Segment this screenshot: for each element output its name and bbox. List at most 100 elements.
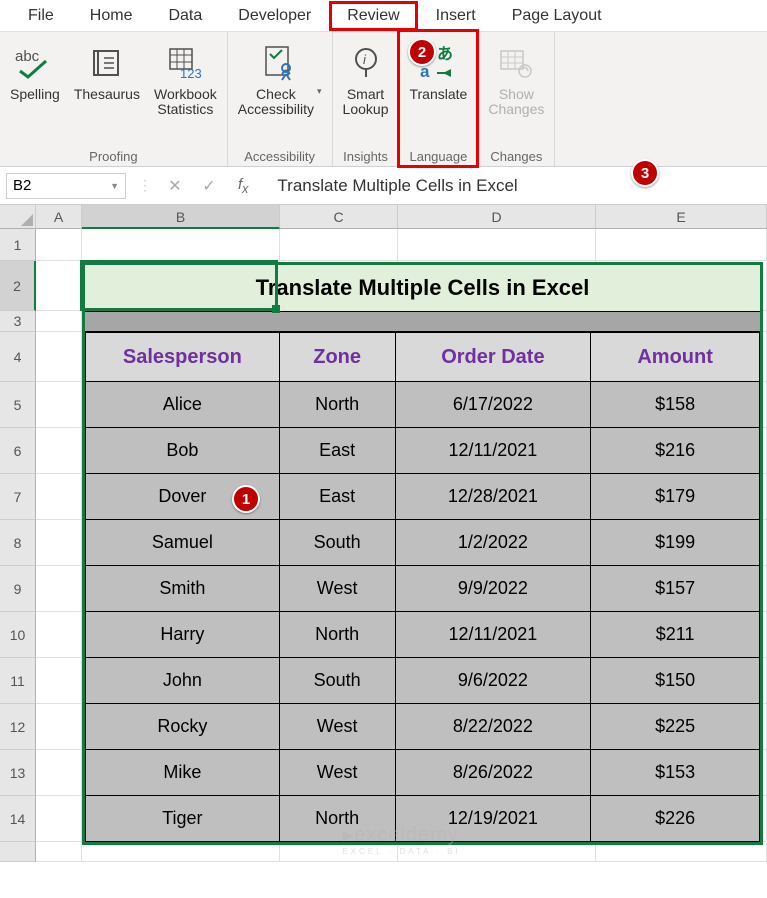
table-data-cell[interactable]: 12/28/2021 <box>396 474 592 520</box>
table-data-cell[interactable]: East <box>280 428 396 474</box>
cell[interactable] <box>36 520 82 566</box>
tab-developer[interactable]: Developer <box>220 1 329 31</box>
row-header-7[interactable]: 7 <box>0 474 36 520</box>
spelling-button[interactable]: abc Spelling <box>6 37 64 121</box>
cell[interactable] <box>36 229 82 261</box>
cell[interactable] <box>82 842 280 862</box>
table-header-cell[interactable]: Order Date <box>396 333 592 382</box>
name-box[interactable]: B2 ▼ <box>6 173 126 199</box>
cell[interactable] <box>36 382 82 428</box>
row-header-11[interactable]: 11 <box>0 658 36 704</box>
row-header-15[interactable] <box>0 842 36 862</box>
table-data-cell[interactable]: 12/11/2021 <box>396 428 592 474</box>
table-data-cell[interactable]: Mike <box>85 750 280 796</box>
table-data-cell[interactable]: Bob <box>85 428 280 474</box>
table-data-cell[interactable]: 9/9/2022 <box>396 566 592 612</box>
cell[interactable] <box>596 842 767 862</box>
table-data-cell[interactable]: West <box>280 750 396 796</box>
cell[interactable] <box>596 229 767 261</box>
table-data-cell[interactable]: North <box>280 796 396 842</box>
cell[interactable] <box>36 311 82 332</box>
cell[interactable] <box>36 750 82 796</box>
formula-input[interactable]: Translate Multiple Cells in Excel <box>262 176 767 196</box>
table-header-cell[interactable]: Zone <box>280 333 396 382</box>
fx-icon[interactable]: fx <box>228 176 258 196</box>
cell[interactable] <box>36 566 82 612</box>
cell[interactable] <box>36 796 82 842</box>
thesaurus-button[interactable]: Thesaurus <box>70 37 144 121</box>
cell[interactable] <box>36 612 82 658</box>
table-data-cell[interactable]: 9/6/2022 <box>396 658 592 704</box>
cell[interactable] <box>36 842 82 862</box>
tab-data[interactable]: Data <box>150 1 220 31</box>
table-data-cell[interactable]: Harry <box>85 612 280 658</box>
grid-body[interactable]: Translate Multiple Cells in Excel Salesp… <box>36 229 767 862</box>
tab-review[interactable]: Review <box>329 1 417 31</box>
table-data-cell[interactable]: $157 <box>591 566 760 612</box>
table-data-cell[interactable]: $153 <box>591 750 760 796</box>
table-data-cell[interactable]: $199 <box>591 520 760 566</box>
table-data-cell[interactable]: North <box>280 382 396 428</box>
tab-page-layout[interactable]: Page Layout <box>494 1 620 31</box>
row-header-4[interactable]: 4 <box>0 332 36 382</box>
table-data-cell[interactable]: $150 <box>591 658 760 704</box>
cell[interactable] <box>36 332 82 382</box>
table-data-cell[interactable]: $158 <box>591 382 760 428</box>
cell[interactable] <box>398 842 596 862</box>
table-data-cell[interactable]: South <box>280 658 396 704</box>
table-data-cell[interactable]: Alice <box>85 382 280 428</box>
cell[interactable] <box>36 658 82 704</box>
table-data-cell[interactable]: 8/26/2022 <box>396 750 592 796</box>
table-data-cell[interactable]: Smith <box>85 566 280 612</box>
table-data-cell[interactable]: John <box>85 658 280 704</box>
cell[interactable] <box>36 428 82 474</box>
row-header-13[interactable]: 13 <box>0 750 36 796</box>
table-data-cell[interactable]: Samuel <box>85 520 280 566</box>
table-data-cell[interactable]: $211 <box>591 612 760 658</box>
row-header-5[interactable]: 5 <box>0 382 36 428</box>
table-data-cell[interactable]: 6/17/2022 <box>396 382 592 428</box>
row-header-6[interactable]: 6 <box>0 428 36 474</box>
cell[interactable] <box>36 704 82 750</box>
table-data-cell[interactable]: 1/2/2022 <box>396 520 592 566</box>
row-header-10[interactable]: 10 <box>0 612 36 658</box>
cell[interactable] <box>36 474 82 520</box>
table-data-cell[interactable]: $225 <box>591 704 760 750</box>
row-header-3[interactable]: 3 <box>0 311 36 332</box>
col-header-C[interactable]: C <box>280 205 398 229</box>
row-header-1[interactable]: 1 <box>0 229 36 261</box>
cell[interactable] <box>36 261 82 311</box>
table-data-cell[interactable]: 12/19/2021 <box>396 796 592 842</box>
table-header-cell[interactable]: Salesperson <box>85 333 280 382</box>
cell[interactable] <box>82 229 280 261</box>
col-header-A[interactable]: A <box>36 205 82 229</box>
cell[interactable] <box>280 229 398 261</box>
cell[interactable] <box>280 842 398 862</box>
formula-cancel-icon[interactable]: ✕ <box>160 176 190 196</box>
table-data-cell[interactable]: $226 <box>591 796 760 842</box>
table-data-cell[interactable]: 12/11/2021 <box>396 612 592 658</box>
row-header-8[interactable]: 8 <box>0 520 36 566</box>
table-data-cell[interactable]: West <box>280 566 396 612</box>
table-data-cell[interactable]: Rocky <box>85 704 280 750</box>
table-data-cell[interactable]: 8/22/2022 <box>396 704 592 750</box>
formula-confirm-icon[interactable]: ✓ <box>194 176 224 196</box>
table-data-cell[interactable]: Tiger <box>85 796 280 842</box>
col-header-B[interactable]: B <box>82 205 280 229</box>
table-data-cell[interactable]: $216 <box>591 428 760 474</box>
select-all-corner[interactable] <box>0 205 36 229</box>
name-box-dropdown-icon[interactable]: ▼ <box>110 181 119 191</box>
check-accessibility-button[interactable]: Check Accessibility▾ <box>234 37 326 121</box>
row-header-2[interactable]: 2 <box>0 261 36 311</box>
table-data-cell[interactable]: North <box>280 612 396 658</box>
tab-home[interactable]: Home <box>72 1 151 31</box>
table-data-cell[interactable]: East <box>280 474 396 520</box>
table-header-cell[interactable]: Amount <box>591 333 760 382</box>
tab-file[interactable]: File <box>10 1 72 31</box>
smart-lookup-button[interactable]: i Smart Lookup <box>339 37 393 121</box>
row-header-12[interactable]: 12 <box>0 704 36 750</box>
cell[interactable] <box>398 229 596 261</box>
table-data-cell[interactable]: $179 <box>591 474 760 520</box>
table-data-cell[interactable]: West <box>280 704 396 750</box>
tab-insert[interactable]: Insert <box>418 1 494 31</box>
